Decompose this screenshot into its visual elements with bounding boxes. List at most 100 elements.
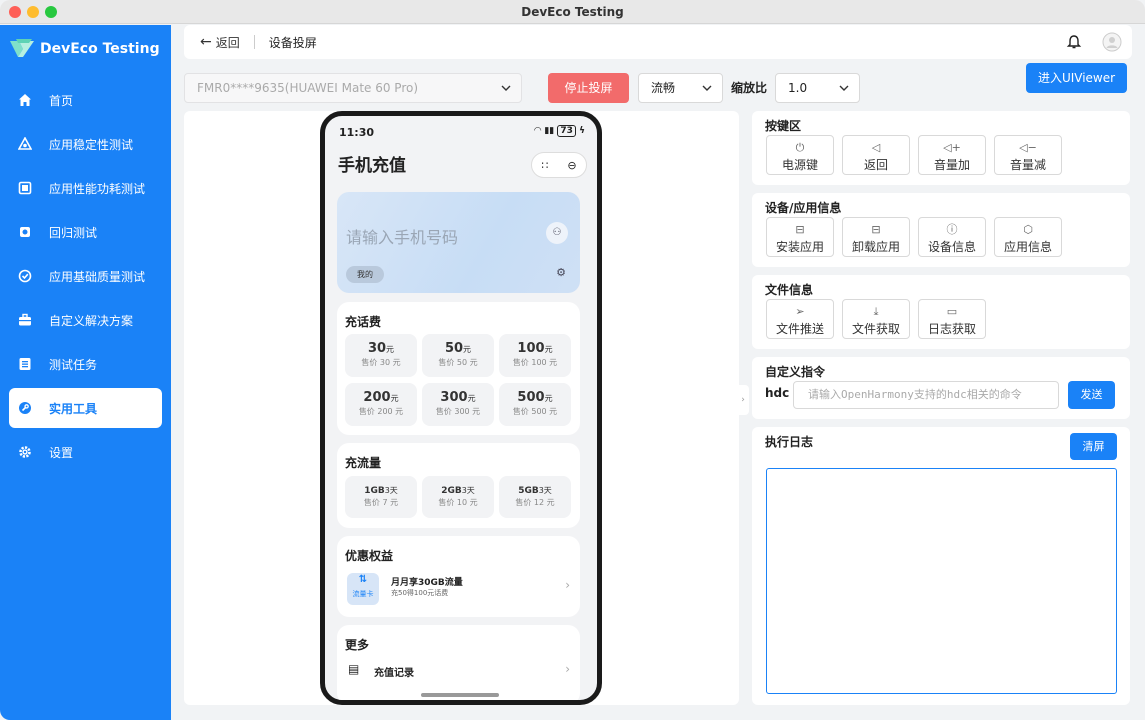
zoom-select-value: 1.0 (788, 81, 808, 95)
volume-down-button[interactable]: ◁− 音量减 (994, 135, 1062, 175)
battery-icon: 73 (557, 125, 576, 137)
phone-number-input[interactable]: 请输入手机号码 (346, 224, 458, 248)
recharge-option[interactable]: 500元 售价 500 元 (499, 383, 571, 426)
stop-projection-button[interactable]: 停止投屏 (548, 73, 629, 103)
data-card-icon-label: 流量卡 (352, 590, 374, 598)
contact-icon[interactable]: ⚇ (546, 222, 568, 244)
option-price: 售价 7 元 (363, 498, 399, 507)
regression-icon (17, 224, 33, 240)
mine-tag[interactable]: 我的 (346, 266, 384, 283)
recharge-option[interactable]: 200元 售价 200 元 (345, 383, 417, 426)
volume-up-button[interactable]: ◁+ 音量加 (918, 135, 986, 175)
more-dots-icon[interactable]: ∷ (541, 159, 548, 172)
device-select[interactable]: FMR0****9635(HUAWEI Mate 60 Pro) (184, 73, 522, 103)
uninstall-icon: ⊟ (871, 223, 881, 236)
close-window-button[interactable] (9, 6, 21, 18)
data-title: 充流量 (345, 456, 382, 470)
option-amount: 100 (517, 341, 545, 356)
info-icon: ⓘ (946, 223, 958, 236)
sidebar-item-home[interactable]: 首页 (9, 80, 162, 120)
recharge-option[interactable]: 100元 售价 100 元 (499, 334, 571, 377)
data-card-icon: ⇅ 流量卡 (347, 573, 379, 605)
minus-circle-icon[interactable]: ⊖ (567, 159, 576, 172)
sidebar-item-label: 应用稳定性测试 (49, 137, 134, 152)
gear-icon[interactable]: ⚙ (556, 266, 566, 279)
option-price: 售价 50 元 (438, 358, 478, 367)
chevron-right-icon[interactable]: › (565, 578, 570, 592)
zoom-window-button[interactable] (45, 6, 57, 18)
button-label: 安装应用 (775, 240, 824, 254)
collapse-panel-toggle[interactable]: › (737, 385, 749, 415)
log-output[interactable] (766, 468, 1117, 694)
button-label: 日志获取 (927, 322, 976, 336)
device-info-title: 设备/应用信息 (765, 201, 842, 215)
sidebar-item-label: 自定义解决方案 (49, 313, 134, 328)
sidebar-item-performance[interactable]: 应用性能功耗测试 (9, 168, 162, 208)
option-price: 售价 30 元 (361, 358, 401, 367)
send-command-button[interactable]: 发送 (1068, 381, 1115, 409)
log-title: 执行日志 (765, 435, 814, 449)
option-price: 售价 200 元 (358, 407, 404, 416)
data-option[interactable]: 2GB3天 售价 10 元 (422, 476, 494, 518)
app-info-button[interactable]: ⬡ 应用信息 (994, 217, 1062, 257)
install-app-button[interactable]: ⊟ 安装应用 (766, 217, 834, 257)
back-triangle-icon: ◁ (871, 141, 881, 154)
sidebar-item-quality[interactable]: 应用基础质量测试 (9, 256, 162, 296)
power-key-button[interactable]: ⏻ 电源键 (766, 135, 834, 175)
sidebar: DevEco Testing 首页 应用稳定性测试 应用性能功耗测试 回归测试 … (0, 25, 171, 720)
page-header: ← 返回 设备投屏 (184, 25, 1132, 59)
recharge-option[interactable]: 50元 售价 50 元 (422, 334, 494, 377)
phone-status-icons: ◠ ▮▮ 73 ϟ (534, 125, 585, 137)
data-card: 充流量 1GB3天 售价 7 元 2GB3天 售价 10 元 5GB3天 售价 … (337, 443, 580, 528)
data-option[interactable]: 1GB3天 售价 7 元 (345, 476, 417, 518)
benefit-item-title[interactable]: 月月享30GB流量 (391, 575, 463, 588)
recharge-option[interactable]: 30元 售价 30 元 (345, 334, 417, 377)
clear-log-button[interactable]: 清屏 (1070, 433, 1117, 460)
custom-command-panel: 自定义指令 hdc 请输入OpenHarmony支持的hdc相关的命令 发送 (752, 357, 1130, 419)
power-icon: ⏻ (795, 141, 805, 154)
quality-select[interactable]: 流畅 (638, 73, 723, 103)
folder-icon: ▭ (946, 305, 958, 318)
file-push-button[interactable]: ➢ 文件推送 (766, 299, 834, 339)
minimize-window-button[interactable] (27, 6, 39, 18)
option-unit: 元 (467, 394, 476, 403)
avatar[interactable] (1102, 32, 1122, 55)
zoom-select[interactable]: 1.0 (775, 73, 860, 103)
device-info-button[interactable]: ⓘ 设备信息 (918, 217, 986, 257)
option-amount: 1GB (364, 486, 385, 496)
arrow-left-icon: ← (200, 34, 212, 50)
recharge-option[interactable]: 300元 售价 300 元 (422, 383, 494, 426)
sidebar-item-regression[interactable]: 回归测试 (9, 212, 162, 252)
back-button[interactable]: ← 返回 (200, 34, 240, 51)
wifi-icon: ◠ (534, 126, 542, 136)
sidebar-item-tools[interactable]: 实用工具 (9, 388, 162, 428)
data-option[interactable]: 5GB3天 售价 12 元 (499, 476, 571, 518)
chevron-right-icon[interactable]: › (565, 662, 570, 676)
sidebar-item-custom-solution[interactable]: 自定义解决方案 (9, 300, 162, 340)
button-label: 文件获取 (851, 322, 900, 336)
logo-text: DevEco Testing (40, 41, 160, 57)
sidebar-item-settings[interactable]: 设置 (9, 432, 162, 472)
recharge-record-item[interactable]: 充值记录 (374, 664, 414, 679)
back-key-button[interactable]: ◁ 返回 (842, 135, 910, 175)
file-pull-button[interactable]: ⤓ 文件获取 (842, 299, 910, 339)
option-price: 售价 12 元 (515, 498, 555, 507)
sidebar-item-test-task[interactable]: 测试任务 (9, 344, 162, 384)
phone-screen[interactable]: 11:30 ◠ ▮▮ 73 ϟ 手机充值 ∷ ⊖ 请输入手机号码 ⚇ 我的 ⚙ (320, 111, 602, 705)
device-info-panel: 设备/应用信息 ⊟ 安装应用 ⊟ 卸载应用 ⓘ 设备信息 ⬡ 应用信息 (752, 193, 1130, 267)
phone-capsule[interactable]: ∷ ⊖ (531, 152, 587, 178)
phone-time: 11:30 (339, 126, 375, 139)
sidebar-item-stability[interactable]: 应用稳定性测试 (9, 124, 162, 164)
uninstall-app-button[interactable]: ⊟ 卸载应用 (842, 217, 910, 257)
header-divider (253, 35, 255, 49)
sidebar-item-label: 设置 (49, 445, 74, 460)
home-indicator[interactable] (421, 693, 499, 697)
hdc-command-input[interactable]: 请输入OpenHarmony支持的hdc相关的命令 (793, 381, 1059, 409)
bell-icon[interactable] (1066, 34, 1082, 53)
performance-icon (17, 180, 33, 196)
enter-uiviewer-button[interactable]: 进入UIViewer (1026, 63, 1127, 93)
option-price: 售价 100 元 (512, 358, 558, 367)
log-pull-button[interactable]: ▭ 日志获取 (918, 299, 986, 339)
device-select-value: FMR0****9635(HUAWEI Mate 60 Pro) (197, 81, 419, 95)
back-label: 返回 (215, 35, 240, 50)
